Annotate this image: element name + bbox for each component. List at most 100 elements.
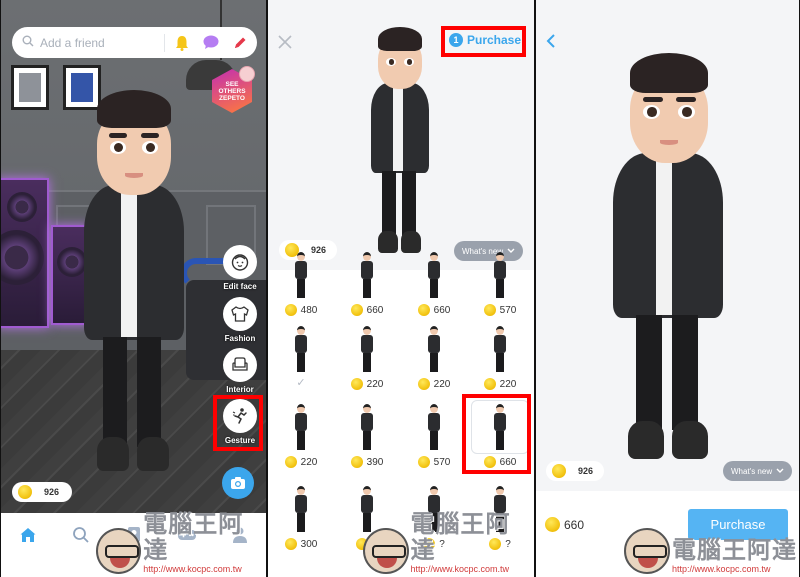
selected-gesture-highlight-box <box>462 394 531 474</box>
gesture-thumbnail <box>295 326 307 372</box>
avatar-3d[interactable] <box>79 85 189 485</box>
purchase-highlight-box <box>441 26 526 57</box>
interior-button[interactable]: Interior <box>223 348 257 394</box>
profile-card-icon <box>127 527 140 542</box>
divider <box>164 33 165 52</box>
gesture-shop-panel: 1 Purchase 926 What's new 480 660 660 570 ✓ 2… <box>268 0 534 577</box>
search-placeholder[interactable]: Add a friend <box>40 36 164 50</box>
coin-icon <box>350 304 363 316</box>
coin-icon <box>483 378 496 390</box>
coin-icon <box>284 538 297 550</box>
coin-icon <box>545 517 560 532</box>
chevron-down-icon <box>776 468 784 473</box>
gesture-thumbnail <box>361 326 373 372</box>
gesture-thumbnail <box>428 486 440 532</box>
gesture-item[interactable]: ? <box>401 482 467 564</box>
camera-icon <box>231 477 245 489</box>
zepeto-avatar-thumbnail-icon <box>239 66 255 82</box>
gesture-item[interactable]: 660 <box>401 248 467 330</box>
game-controller-icon <box>177 530 196 540</box>
add-friend-search-bar[interactable]: Add a friend <box>12 27 257 58</box>
gesture-item[interactable]: 220 <box>467 322 533 404</box>
fashion-button[interactable]: Fashion <box>223 297 257 343</box>
home-screen-panel: Add a friend SEE OTHERS ZEPETO Edit face… <box>1 0 266 577</box>
gesture-price: 220 <box>401 378 467 390</box>
owned-check-icon: ✓ <box>296 377 306 389</box>
close-button[interactable] <box>278 33 292 54</box>
close-icon <box>278 35 292 49</box>
coin-icon <box>284 304 297 316</box>
gesture-price: 570 <box>467 304 533 316</box>
gesture-item[interactable]: 570 <box>401 400 467 482</box>
bell-icon[interactable] <box>175 35 189 51</box>
face-icon <box>231 254 249 271</box>
gesture-item[interactable]: 300 <box>268 482 334 564</box>
gesture-price: 570 <box>401 456 467 468</box>
gesture-item[interactable]: 220 <box>334 322 400 404</box>
coin-icon <box>483 304 496 316</box>
purchase-confirm-panel: 926 What's new 660 Purchase 電腦王阿達 http:/… <box>536 0 799 577</box>
coin-balance[interactable]: 926 <box>546 461 604 481</box>
chevron-left-icon <box>546 34 555 48</box>
coin-icon <box>18 485 32 499</box>
purchase-button[interactable]: Purchase <box>688 509 788 540</box>
gesture-item[interactable]: 660 <box>334 248 400 330</box>
back-button[interactable] <box>546 32 556 53</box>
interior-label: Interior <box>226 385 254 394</box>
bottom-tab-bar <box>1 513 266 577</box>
gesture-thumbnail <box>295 486 307 532</box>
coin-icon <box>423 538 436 550</box>
gesture-item[interactable]: ? <box>334 482 400 564</box>
gesture-thumbnail <box>494 252 506 298</box>
coin-icon <box>356 538 369 550</box>
gesture-thumbnail <box>361 404 373 450</box>
coin-icon <box>284 456 297 468</box>
gesture-thumbnail <box>428 404 440 450</box>
coin-icon <box>417 304 430 316</box>
gesture-thumbnail <box>428 252 440 298</box>
coin-icon <box>417 456 430 468</box>
tab-profile[interactable] <box>228 523 252 547</box>
gesture-item[interactable]: 390 <box>334 400 400 482</box>
avatar-preview[interactable] <box>368 25 432 257</box>
person-icon <box>232 527 247 543</box>
gesture-item[interactable]: 480 <box>268 248 334 330</box>
shirt-icon <box>231 306 249 322</box>
pencil-icon[interactable] <box>233 36 247 50</box>
edit-face-label: Edit face <box>223 282 257 291</box>
gesture-item[interactable]: 570 <box>467 248 533 330</box>
speaker <box>1 178 49 328</box>
gesture-price: 390 <box>334 456 400 468</box>
gesture-thumbnail <box>295 404 307 450</box>
gesture-thumbnail <box>428 326 440 372</box>
coin-icon <box>350 378 363 390</box>
avatar-preview-large[interactable] <box>608 45 728 465</box>
gesture-price: 660 <box>401 304 467 316</box>
edit-face-button[interactable]: Edit face <box>223 245 257 291</box>
tab-games[interactable] <box>175 523 199 547</box>
tab-home[interactable] <box>16 523 40 547</box>
home-icon <box>20 528 35 542</box>
fashion-label: Fashion <box>224 334 256 343</box>
coin-balance[interactable]: 926 <box>12 482 72 502</box>
gesture-thumbnail <box>361 252 373 298</box>
gesture-price: ? <box>334 538 400 550</box>
gesture-price: 660 <box>334 304 400 316</box>
coin-icon <box>489 538 502 550</box>
gesture-item[interactable]: ? <box>467 482 533 564</box>
chat-bubble-icon[interactable] <box>203 35 219 50</box>
tab-profile-card[interactable] <box>122 523 146 547</box>
coin-icon <box>350 456 363 468</box>
camera-button[interactable] <box>222 467 254 499</box>
gesture-item[interactable]: 220 <box>401 322 467 404</box>
gesture-price: 220 <box>268 456 334 468</box>
gesture-price: 220 <box>334 378 400 390</box>
total-price: 660 <box>545 517 584 532</box>
tab-search[interactable] <box>69 523 93 547</box>
gesture-thumbnail <box>494 326 506 372</box>
gesture-price: 300 <box>268 538 334 550</box>
gesture-item[interactable]: 220 <box>268 400 334 482</box>
gesture-item[interactable]: ✓ <box>268 322 334 404</box>
coin-icon <box>417 378 430 390</box>
whats-new-dropdown[interactable]: What's new <box>723 461 793 481</box>
